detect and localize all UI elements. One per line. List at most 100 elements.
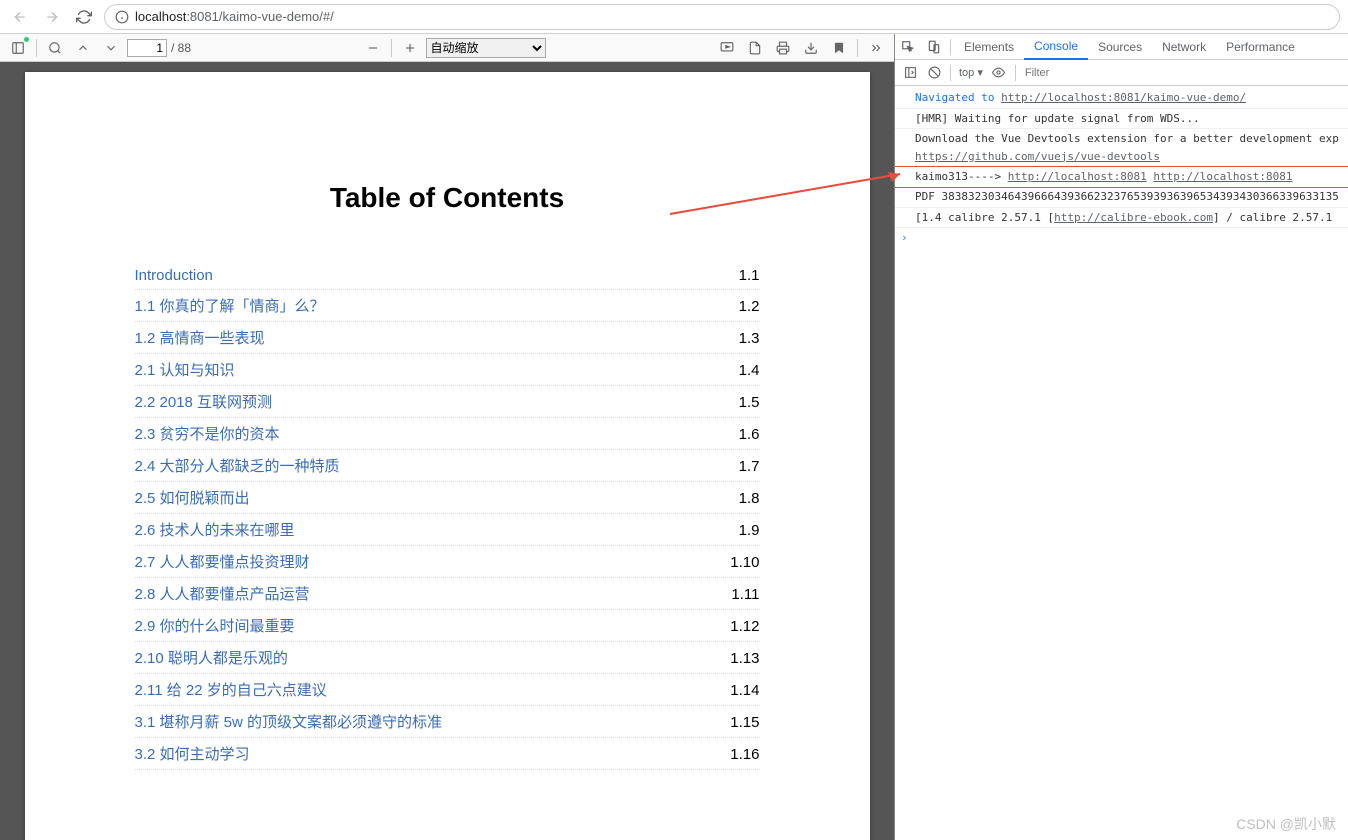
browser-navigation-bar: localhost:8081/kaimo-vue-demo/#/ (0, 0, 1348, 34)
console-message-highlighted: kaimo313----> http://localhost:8081 http… (895, 166, 1348, 188)
inspect-element-icon[interactable] (895, 34, 921, 60)
toc-row: 2.7 人人都要懂点投资理财 1.10 (135, 546, 760, 578)
reload-button[interactable] (72, 5, 96, 29)
console-link[interactable]: http://localhost:8081/kaimo-vue-demo/ (1001, 91, 1246, 104)
toc-link[interactable]: 1.1 你真的了解「情商」么？ (135, 295, 325, 316)
toc-row: 2.5 如何脱颖而出1.8 (135, 482, 760, 514)
toc-link[interactable]: 2.4 大部分人都缺乏的一种特质 (135, 455, 340, 476)
toc-page-number: 1.5 (739, 394, 760, 411)
console-message: Download the Vue Devtools extension for … (895, 129, 1348, 167)
toc-page-number: 1.1 (739, 267, 760, 284)
forward-button[interactable] (40, 5, 64, 29)
toc-page-number: 1.14 (730, 682, 759, 699)
console-input-prompt[interactable] (895, 228, 1348, 248)
toc-row: 2.8 人人都要懂点产品运营 1.11 (135, 578, 760, 610)
console-message: [1.4 calibre 2.57.1 [http://calibre-eboo… (895, 208, 1348, 229)
console-link[interactable]: http://calibre-ebook.com (1054, 211, 1213, 224)
page-number-input[interactable] (127, 39, 167, 57)
toc-link[interactable]: 2.9 你的什么时间最重要 (135, 615, 295, 636)
console-message: Navigated to http://localhost:8081/kaimo… (895, 88, 1348, 109)
separator (1015, 65, 1016, 81)
pdf-page: Table of Contents Introduction 1.1 1.1 你真的… (25, 72, 870, 840)
toc-page-number: 1.12 (730, 618, 759, 635)
toc-link[interactable]: 3.2 如何主动学习 (135, 743, 250, 764)
toc-link[interactable]: Introduction (135, 267, 213, 284)
devtools-tab-console[interactable]: Console (1024, 34, 1088, 60)
clear-console-button[interactable] (923, 62, 945, 84)
toc-link[interactable]: 2.10 聪明人都是乐观的 (135, 647, 288, 668)
url-bar[interactable]: localhost:8081/kaimo-vue-demo/#/ (104, 4, 1340, 30)
devtools-pane: ElementsConsoleSourcesNetworkPerformance… (895, 34, 1348, 840)
toc-row: 3.1 堪称月薪 5w 的顶级文案都必须遵守的标准 1.15 (135, 706, 760, 738)
tools-button[interactable] (864, 36, 888, 60)
console-link[interactable]: http://localhost:8081 (1153, 170, 1292, 183)
console-sidebar-toggle[interactable] (899, 62, 921, 84)
toc-link[interactable]: 2.1 认知与知识 (135, 359, 235, 380)
search-button[interactable] (43, 36, 67, 60)
toc-row: 2.6 技术人的未来在哪里1.9 (135, 514, 760, 546)
live-expression-button[interactable] (988, 62, 1010, 84)
console-link[interactable]: http://localhost:8081 (1008, 170, 1147, 183)
toc-link[interactable]: 2.11 给 22 岁的自己六点建议 (135, 679, 327, 700)
device-toggle-icon[interactable] (921, 34, 947, 60)
prev-page-button[interactable] (71, 36, 95, 60)
devtools-tab-sources[interactable]: Sources (1088, 34, 1152, 60)
next-page-button[interactable] (99, 36, 123, 60)
toc-link[interactable]: 2.2 2018 互联网预测 (135, 391, 273, 412)
toc-link[interactable]: 3.1 堪称月薪 5w 的顶级文案都必须遵守的标准 (135, 711, 443, 732)
separator (950, 39, 951, 55)
devtools-tab-elements[interactable]: Elements (954, 34, 1024, 60)
toc-row: 1.2 高情商一些表现 1.3 (135, 322, 760, 354)
bookmark-button[interactable] (827, 36, 851, 60)
toc-link[interactable]: 2.3 贫穷不是你的资本 (135, 423, 280, 444)
toc-link[interactable]: 2.5 如何脱颖而出 (135, 487, 250, 508)
back-button[interactable] (8, 5, 32, 29)
pdf-viewer-pane: / 88 自动缩放 (0, 34, 895, 840)
toc-page-number: 1.3 (739, 330, 760, 347)
toc-row: 1.1 你真的了解「情商」么？ 1.2 (135, 290, 760, 322)
page-total-label: / 88 (171, 41, 191, 55)
toc-title: Table of Contents (135, 182, 760, 214)
presentation-button[interactable] (715, 36, 739, 60)
toc-page-number: 1.11 (731, 586, 759, 603)
url-text: localhost:8081/kaimo-vue-demo/#/ (135, 9, 334, 24)
pdf-toolbar: / 88 自动缩放 (0, 34, 894, 62)
separator (950, 65, 951, 81)
toc-link[interactable]: 2.8 人人都要懂点产品运营 (135, 583, 310, 604)
toc-link[interactable]: 2.7 人人都要懂点投资理财 (135, 551, 310, 572)
toc-page-number: 1.10 (730, 554, 759, 571)
toc-row: 2.2 2018 互联网预测 1.5 (135, 386, 760, 418)
context-selector[interactable]: top ▾ (956, 66, 986, 79)
toc-row: 2.1 认知与知识 1.4 (135, 354, 760, 386)
zoom-select[interactable]: 自动缩放 (426, 38, 546, 58)
console-link[interactable]: https://github.com/vuejs/vue-devtools (915, 150, 1160, 163)
toc-row: Introduction 1.1 (135, 262, 760, 290)
toc-page-number: 1.4 (739, 362, 760, 379)
open-file-button[interactable] (743, 36, 767, 60)
separator (857, 39, 858, 57)
devtools-tabs: ElementsConsoleSourcesNetworkPerformance (895, 34, 1348, 60)
devtools-tab-performance[interactable]: Performance (1216, 34, 1305, 60)
site-info-icon[interactable] (115, 10, 129, 24)
console-filter-input[interactable] (1021, 67, 1344, 79)
print-button[interactable] (771, 36, 795, 60)
toc-page-number: 1.16 (730, 746, 759, 763)
sidebar-toggle-button[interactable] (6, 36, 30, 60)
console-output[interactable]: Navigated to http://localhost:8081/kaimo… (895, 86, 1348, 840)
separator (36, 39, 37, 57)
toc-link[interactable]: 1.2 高情商一些表现 (135, 327, 265, 348)
toc-page-number: 1.2 (739, 298, 760, 315)
toc-row: 3.2 如何主动学习 1.16 (135, 738, 760, 770)
toc-page-number: 1.13 (730, 650, 759, 667)
zoom-in-button[interactable] (398, 36, 422, 60)
toc-page-number: 1.15 (730, 714, 759, 731)
separator (391, 39, 392, 57)
toc-row: 2.9 你的什么时间最重要 1.12 (135, 610, 760, 642)
download-button[interactable] (799, 36, 823, 60)
toc-row: 2.4 大部分人都缺乏的一种特质1.7 (135, 450, 760, 482)
zoom-out-button[interactable] (361, 36, 385, 60)
devtools-tab-network[interactable]: Network (1152, 34, 1216, 60)
toc-list: Introduction 1.1 1.1 你真的了解「情商」么？ 1.2 1.2 高情商… (135, 262, 760, 770)
toc-link[interactable]: 2.6 技术人的未来在哪里 (135, 519, 295, 540)
pdf-content-area[interactable]: Table of Contents Introduction 1.1 1.1 你真的… (0, 62, 894, 840)
